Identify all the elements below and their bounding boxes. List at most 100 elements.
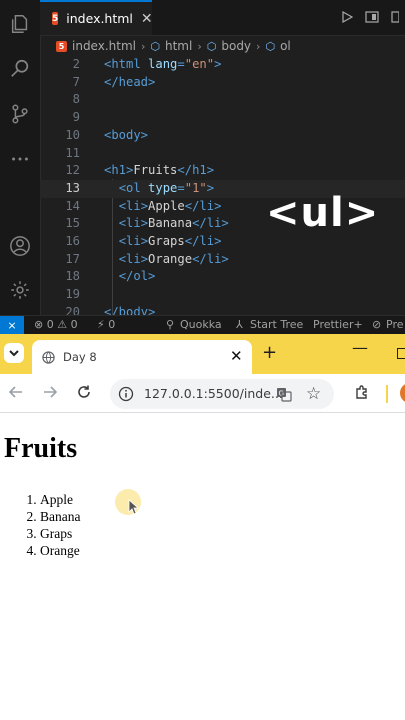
breadcrumb-file[interactable]: index.html <box>72 39 136 53</box>
maximize-icon[interactable] <box>397 348 405 359</box>
url-text[interactable]: 127.0.0.1:5500/inde... <box>144 386 283 401</box>
code-line[interactable]: 18 </ol> <box>40 268 405 286</box>
extensions-puzzle-icon[interactable] <box>352 382 372 402</box>
code-line[interactable]: 8 <box>40 91 405 109</box>
code-line[interactable]: 10 <body> <box>40 127 405 145</box>
breadcrumb-item-ol[interactable]: ol <box>280 39 291 53</box>
more-icon[interactable] <box>6 145 34 173</box>
code-token: lang <box>148 57 178 71</box>
code-token: <body> <box>104 127 149 142</box>
site-info-icon[interactable] <box>118 386 134 402</box>
line-number: 16 <box>65 234 80 248</box>
code-token: > <box>214 57 222 71</box>
code-token: <ol <box>118 180 149 195</box>
code-text: <li>Apple</li> <box>104 198 222 216</box>
ports-status[interactable]: ⚡ 0 <box>97 318 115 331</box>
editor-actions <box>341 0 405 35</box>
code-text: <ol type="1"> <box>104 180 214 198</box>
code-token: <h1> <box>104 163 134 178</box>
settings-gear-icon[interactable] <box>6 276 34 304</box>
code-text: <li>Orange</li> <box>104 251 229 269</box>
list-item: Orange <box>40 542 80 559</box>
code-line[interactable]: 7 </head> <box>40 74 405 92</box>
back-arrow-icon[interactable] <box>6 382 26 402</box>
new-tab-plus-icon[interactable]: + <box>262 342 277 363</box>
line-number: 10 <box>65 127 80 142</box>
code-line[interactable]: 19 <box>40 286 405 304</box>
code-text: <body> <box>104 127 148 145</box>
element-icon: ⬡ <box>150 39 160 53</box>
browser-tab-title: Day 8 <box>63 350 97 364</box>
html-file-icon: 5 <box>52 12 59 25</box>
editor-tab-index-html[interactable]: 5 index.html ✕ <box>40 0 153 35</box>
run-icon[interactable] <box>341 8 354 27</box>
list-item: Banana <box>40 508 80 525</box>
line-number: 11 <box>65 145 80 160</box>
open-preview-icon[interactable] <box>365 8 379 27</box>
code-token: <html <box>104 57 149 71</box>
code-token: "en" <box>184 57 215 71</box>
code-token: Apple <box>148 198 185 213</box>
list-item: Graps <box>40 525 80 542</box>
code-line[interactable]: 9 <box>40 109 405 127</box>
close-icon[interactable]: ✕ <box>141 11 153 27</box>
remote-indicator-icon[interactable]: ⨯ <box>0 316 24 334</box>
breadcrumb-item-html[interactable]: html <box>165 39 192 53</box>
chevron-right-icon: › <box>197 39 202 53</box>
code-token: </li> <box>192 216 229 231</box>
code-line[interactable]: 17 <li>Orange</li> <box>40 251 405 269</box>
element-icon: ⬡ <box>206 39 217 53</box>
tab-search-chevron-down-icon[interactable] <box>4 343 24 363</box>
line-number: 14 <box>65 198 80 213</box>
search-icon[interactable] <box>6 55 34 83</box>
html-file-icon: 5 <box>56 40 67 52</box>
line-number: 13 <box>65 180 80 195</box>
extra-status[interactable]: Pre <box>386 318 404 331</box>
code-token: "1" <box>184 180 207 195</box>
vscode-window: 5 index.html ✕ 5 index.html › ⬡ html › ⬡… <box>0 0 405 334</box>
code-token: </li> <box>192 251 229 266</box>
reload-icon[interactable] <box>74 382 94 402</box>
address-bar[interactable]: 127.0.0.1:5500/inde... G ☆ <box>110 379 334 409</box>
translate-icon[interactable]: G <box>276 386 292 402</box>
code-line[interactable]: 12 <h1>Fruits</h1> <box>40 162 405 180</box>
breadcrumb-item-body[interactable]: body <box>221 39 251 53</box>
web-page-content: Fruits Apple Banana Graps Orange <box>0 413 405 720</box>
fruit-ordered-list: Apple Banana Graps Orange <box>0 491 80 559</box>
tree-icon: ⅄ <box>236 318 243 331</box>
code-token: = <box>177 180 185 195</box>
browser-window: Day 8 ✕ + — 127.0.0.1:5500/inde... G ☆ F… <box>0 334 405 720</box>
code-token: = <box>177 57 185 71</box>
profile-avatar[interactable] <box>400 383 405 403</box>
quokka-status[interactable]: Quokka <box>180 318 222 331</box>
account-icon[interactable] <box>6 232 34 260</box>
browser-tab[interactable]: Day 8 ✕ <box>32 340 252 374</box>
forward-arrow-icon[interactable] <box>40 382 60 402</box>
code-editor[interactable]: 2 <html lang="en"> 7 </head> 8 9 10 <body> 11 12 <… <box>40 56 405 334</box>
line-number: 18 <box>65 269 80 284</box>
minimize-icon[interactable]: — <box>352 338 368 357</box>
start-tree-status[interactable]: Start Tree <box>250 318 303 331</box>
split-editor-icon[interactable] <box>391 8 400 27</box>
line-number: 15 <box>65 216 80 231</box>
line-number: 2 <box>72 57 80 71</box>
prettier-status[interactable]: Prettier+ <box>313 318 363 331</box>
bookmark-star-icon[interactable]: ☆ <box>306 384 321 404</box>
svg-text:G: G <box>279 390 284 398</box>
code-token: Banana <box>148 216 193 231</box>
page-heading: Fruits <box>4 433 78 464</box>
close-tab-icon[interactable]: ✕ <box>230 347 243 365</box>
explorer-icon[interactable] <box>6 10 34 38</box>
line-number: 8 <box>72 92 80 107</box>
breadcrumb: 5 index.html › ⬡ html › ⬡ body › ⬡ ol <box>40 36 405 56</box>
quokka-icon: ⚲ <box>166 318 175 331</box>
code-line[interactable]: 11 <box>40 145 405 163</box>
toolbar-divider <box>386 385 388 403</box>
source-control-icon[interactable] <box>6 100 34 128</box>
code-line[interactable]: 2 <html lang="en"> <box>40 56 405 74</box>
problems-status[interactable]: ⊗ 0 ⚠ 0 <box>34 318 78 331</box>
code-token: </h1> <box>177 163 215 178</box>
